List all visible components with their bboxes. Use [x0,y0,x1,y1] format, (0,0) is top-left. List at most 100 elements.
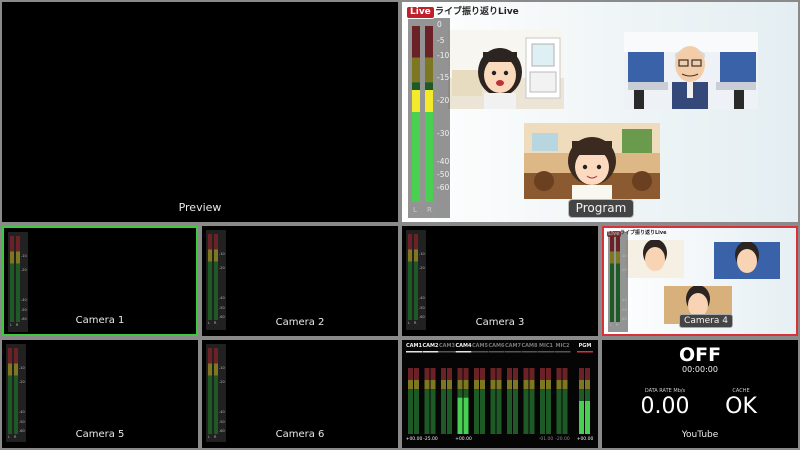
stream-service: YouTube [681,430,719,440]
mixer-cam4-r-red [463,368,469,380]
program-meter-l-yellow [412,57,420,83]
camera-meter-scale-label: -10 [219,366,225,370]
mixer-cam5-l-yellow [474,379,479,390]
mixer-cam8-l-green [523,389,529,434]
mixer-channel-cam7-underline [505,351,521,353]
camera-2-meter-l-yellow [208,249,212,262]
camera-meter-scale-label: -50 [19,420,25,424]
camera-4-meter-l-yellow [610,251,614,264]
camera-4-scene-kitchen [626,240,684,278]
mixer-mic1-r-yellow [546,379,551,390]
camera-2-meter-l-red [208,234,212,250]
scene-kitchen [448,30,564,109]
camera-meter-scale-label: -50 [419,306,425,310]
office-illustration [624,32,758,109]
mixer-cam1-l-yellow [408,379,413,390]
camera-meter-scale-label: -50 [621,308,627,312]
mixer-mic1-r-green [546,389,551,434]
cache-value: OK [725,394,757,419]
mixer-channel-mic2-name: MIC2 [555,343,570,349]
camera-3-meter-bars [408,234,418,320]
mixer-pgm-r-red [585,368,590,380]
mixer-mic2-l-yellow [556,379,562,390]
mixer-cam5-r-red [480,368,485,380]
camera-1-meter-r-red [16,236,20,252]
program-meter-l-peak [412,90,420,112]
program-meter-scale-label: -20 [437,96,450,105]
mixer-cam1-l-red [408,368,413,380]
kitchen-illustration [448,30,564,109]
camera-1-meter-l-green [10,263,14,322]
mixer-cam3-l-red [441,368,446,380]
camera-meter-scale-label: -20 [21,268,27,272]
mixer-pgm-l-lit-green [579,401,584,434]
mixer-channel-cam2-gain[interactable]: -25.00 [418,437,444,442]
mixer-channel-cam1-underline [406,351,422,353]
scene-cafe [524,123,660,199]
camera-3-meter-l-red [408,234,412,250]
mixer-channel-cam3-underline [439,351,455,353]
mixer-pgm-l-yellow [579,379,584,390]
mixer-cam4-l-red [457,368,463,380]
cartoon-face [737,248,757,273]
mixer-channel-pgm-name: PGM [578,343,592,349]
camera-meter-scale-label: -10 [21,254,27,258]
cafe-illustration [524,123,660,199]
program-meter-l-red [412,26,420,58]
program-meter-scale-label: 0 [437,20,442,29]
camera-5-meter-l-red [8,348,12,364]
camera-meter-scale-label: -10 [419,252,425,256]
mixer-channel-cam2-underline [422,351,439,353]
mixer-cam8-l-red [523,368,529,380]
camera-5-meter-r-yellow [14,363,18,376]
camera-2-meter-l-green [208,261,212,320]
camera-4-label: Camera 4 [679,314,733,328]
camera-meter-channel-r: R [616,323,619,327]
scene-office [624,32,758,109]
mixer-channel-pgm-gain[interactable]: +00.00 [572,437,598,442]
camera-tile-6[interactable]: -10 -20 -40 -50 -60 L R Camera 6 [202,340,398,448]
mixer-channel-cam4-gain[interactable]: +00.00 [451,437,477,442]
mixer-cam4-r-lit-green [463,397,469,434]
camera-6-meter-r-yellow [214,363,218,376]
camera-meter-scale-label: -40 [19,410,25,414]
camera-2-meter-bars [208,234,218,320]
mixer-cam2-r-green [430,389,436,434]
camera-meter-scale-label: -40 [219,296,225,300]
camera-6-audio-meter: -10 -20 -40 -50 -60 L R [206,344,226,442]
preview-tile[interactable]: Preview [2,2,398,222]
camera-1-meter-r-green [16,263,20,322]
audio-mixer-tile[interactable]: CAM1 +00.00 CAM2 -25.00 CAM3 CAM4 +00.00 CAM5 CA… [402,340,598,448]
camera-tile-4[interactable]: Liveライブ振り返りLive-10-20-40-50-60LRCamera 4 [602,226,798,336]
camera-tile-3[interactable]: -10 -20 -40 -50 -60 L R Camera 3 [402,226,598,336]
mixer-cam2-l-yellow [424,379,430,390]
camera-6-label: Camera 6 [275,429,325,440]
mixer-cam6-r-yellow [496,379,502,390]
camera-meter-scale-label: -20 [219,380,225,384]
camera-6-meter-l-green [208,375,212,434]
mixer-cam2-r-yellow [430,379,436,390]
stream-status-tile[interactable]: OFF 00:00:00 DATA RATE Mb/s CACHE 0.00 O… [602,340,798,448]
mixer-cam4-l-lit-green [457,397,463,434]
mixer-cam1-l-green [408,389,413,434]
camera-meter-scale-label: -40 [219,410,225,414]
camera-tile-5[interactable]: -10 -20 -40 -50 -60 L R Camera 5 [2,340,198,448]
camera-tile-1[interactable]: -10 -20 -40 -50 -60 L R Camera 1 [2,226,198,336]
mixer-cam5-l-red [474,368,479,380]
mixer-meter-bars [406,351,593,434]
camera-meter-scale-label: -10 [219,252,225,256]
camera-5-meter-r-red [14,348,18,364]
program-meter-scale-label: -30 [437,129,450,138]
camera-tile-2[interactable]: -10 -20 -40 -50 -60 L R Camera 2 [202,226,398,336]
camera-meter-scale-label: -20 [419,266,425,270]
mixer-cam7-r-red [513,368,518,380]
camera-4-scene-office [714,242,780,279]
mixer-mic1-l-green [540,389,545,434]
mixer-cam5-l-green [474,389,479,434]
program-tile[interactable]: 0 -5 -10 -15 -20 -30 -40 -50 -60 L R Live ライブ振り返… [402,2,798,222]
mixer-cam6-l-green [490,389,496,434]
mixer-cam7-r-yellow [513,379,518,390]
mixer-channel-cam5-underline [472,351,488,353]
mixer-mic2-l-green [556,389,562,434]
mixer-cam7-l-green [507,389,512,434]
